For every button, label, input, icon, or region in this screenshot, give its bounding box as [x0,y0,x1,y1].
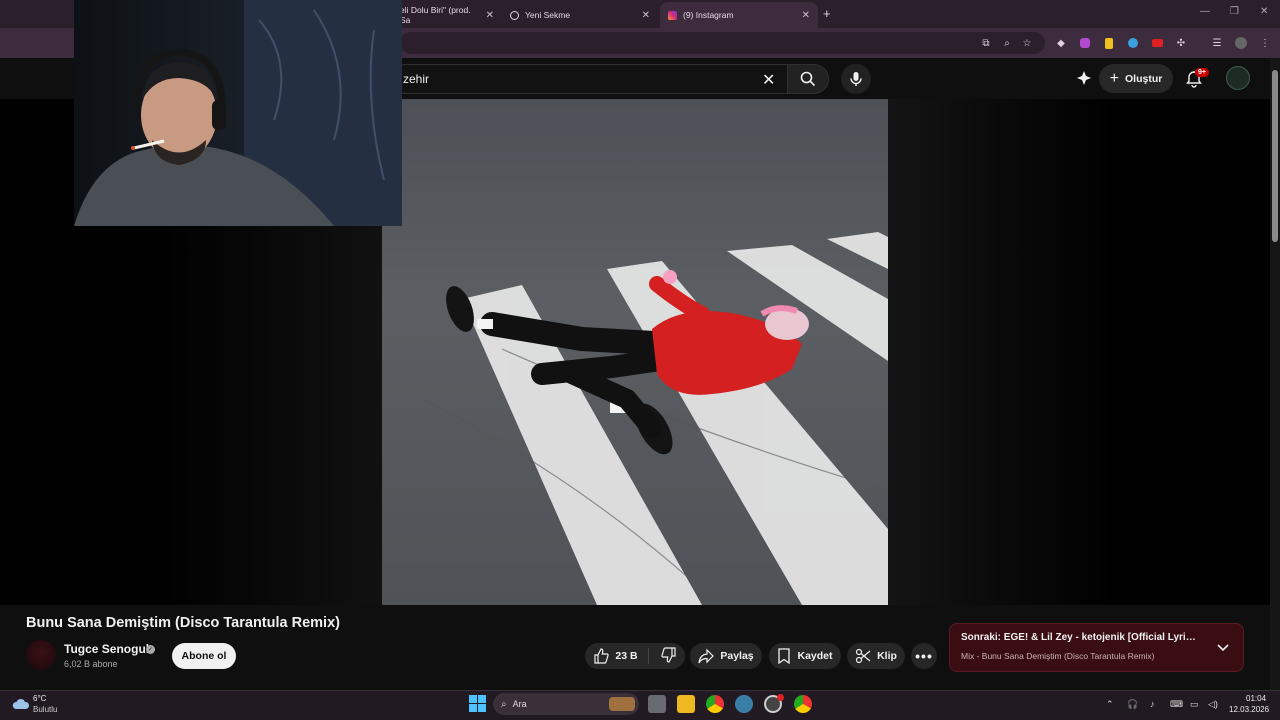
close-tab-icon[interactable]: ✕ [486,10,494,21]
close-window-icon[interactable]: ✕ [1260,6,1268,17]
microphone-icon [850,72,862,86]
reading-list-icon[interactable]: ☰ [1209,35,1225,51]
restore-icon[interactable]: ❐ [1230,6,1239,17]
search-input[interactable]: zehir [390,64,787,94]
chrome-profile-icon[interactable] [794,695,812,713]
bookmark-icon [778,648,791,664]
instagram-icon [668,10,677,20]
share-arrow-icon [698,648,715,664]
app-icon-blue[interactable] [735,695,753,713]
scissors-icon [855,648,871,664]
taskbar-search-label: Ara [512,699,527,709]
extension-purple-icon[interactable] [1077,35,1093,51]
extension-diamond-icon[interactable]: ◆ [1053,35,1069,51]
weather-temperature[interactable]: 6°C [33,694,46,703]
tab-label: (9) Instagram [683,10,734,20]
clock-time[interactable]: 01:04 [1246,694,1266,703]
headset-icon[interactable]: 🎧 [1127,699,1138,710]
extension-yellow-icon[interactable] [1101,35,1117,51]
zoom-icon[interactable]: ⌕ [999,35,1015,51]
tab-new-tab[interactable]: Yeni Sekme ✕ [502,2,658,28]
search-button[interactable] [787,64,829,94]
save-label: Kaydet [797,650,833,662]
bookmark-star-icon[interactable]: ☆ [1019,35,1035,51]
video-title: Bunu Sana Demiştim (Disco Tarantula Remi… [26,615,340,631]
share-button[interactable]: Paylaş [690,643,762,669]
profile-avatar-icon[interactable] [1233,35,1249,51]
search-highlight-icon [609,697,635,711]
address-bar[interactable] [400,32,1045,54]
verified-badge-icon: ✓ [146,645,155,654]
video-frame[interactable] [382,99,888,605]
clear-search-icon[interactable]: ✕ [762,70,775,90]
chrome-icon [510,10,519,20]
channel-name[interactable]: Tugce Senogul [64,642,149,656]
extension-blue-icon[interactable] [1125,35,1141,51]
up-next-title[interactable]: Sonraki: EGE! & Lil Zey - ketojenik [Off… [961,632,1201,643]
up-next-subtitle: Mix - Bunu Sana Demiştim (Disco Tarantul… [961,651,1155,661]
player-letterbox-right [888,99,1270,605]
dislike-button[interactable] [655,646,677,666]
thumbs-down-icon [660,646,676,663]
more-actions-button[interactable]: ••• [911,643,937,669]
tray-overflow-icon[interactable]: ⌃ [1106,699,1114,710]
clip-button[interactable]: Klip [847,643,905,669]
taskbar-search-input[interactable]: ⌕ Ara [493,693,639,715]
like-count: 23 B [615,650,638,662]
close-tab-icon[interactable]: ✕ [642,10,650,21]
save-button[interactable]: Kaydet [769,643,841,669]
task-view-icon[interactable] [648,695,666,713]
search-icon [800,71,816,87]
search-icon: ⌕ [501,698,507,710]
clip-label: Klip [877,650,897,662]
volume-icon[interactable]: ◁) [1208,699,1218,710]
minimize-icon[interactable]: — [1200,6,1210,17]
streamer-webcam-image [74,0,402,226]
notification-dot-icon [777,694,784,701]
microphone-tray-icon[interactable]: ♪ [1150,699,1155,709]
file-explorer-icon[interactable] [677,695,695,713]
browser-menu-icon[interactable]: ⋮ [1257,35,1273,51]
ai-sparkle-icon[interactable] [1076,70,1092,91]
close-tab-icon[interactable]: ✕ [802,10,810,21]
scrollbar-thumb[interactable] [1272,70,1278,242]
more-horizontal-icon: ••• [915,648,933,664]
subscribe-button[interactable]: Abone ol [172,643,236,669]
chevron-down-icon[interactable] [1216,640,1230,659]
tab-label: eli Dolu Biri" (prod. Sa [400,5,471,25]
subscriber-count: 6,02 B abone [64,659,118,669]
network-icon[interactable]: ▭ [1190,699,1199,710]
weather-condition[interactable]: Bulutlu [33,705,57,714]
search-query: zehir [403,72,430,86]
webcam-overlay [74,0,402,226]
account-avatar[interactable] [1226,66,1250,90]
tab-instagram[interactable]: (9) Instagram ✕ [660,2,818,28]
keyboard-icon[interactable]: ⌨ [1170,699,1183,710]
chrome-app-icon[interactable] [706,695,724,713]
windows-start-icon[interactable] [469,695,486,717]
clock-date[interactable]: 12.03.2026 [1229,705,1269,714]
tab-label: Yeni Sekme [525,10,571,20]
install-app-icon[interactable]: ⧉ [978,35,994,51]
channel-avatar[interactable] [26,640,56,670]
tab-music-video[interactable]: eli Dolu Biri" (prod. Sa ✕ [392,2,502,28]
like-dislike-group: 23 B [585,643,685,669]
notification-count-badge: 9+ [1195,68,1209,77]
plus-icon: + [1109,69,1119,87]
extension-red-icon[interactable] [1149,35,1165,51]
up-next-card[interactable] [949,623,1244,672]
windows-taskbar [0,690,1280,720]
weather-cloud-icon[interactable] [12,697,30,715]
create-label: Oluştur [1125,72,1163,85]
like-button[interactable]: 23 B [593,648,649,664]
thumbs-up-icon [594,648,610,664]
share-label: Paylaş [720,650,754,662]
create-button[interactable]: + Oluştur [1099,64,1173,93]
voice-search-button[interactable] [841,64,871,94]
video-still-image [421,232,888,605]
extensions-puzzle-icon[interactable]: ✣ [1173,35,1189,51]
new-tab-button[interactable]: + [823,6,831,21]
